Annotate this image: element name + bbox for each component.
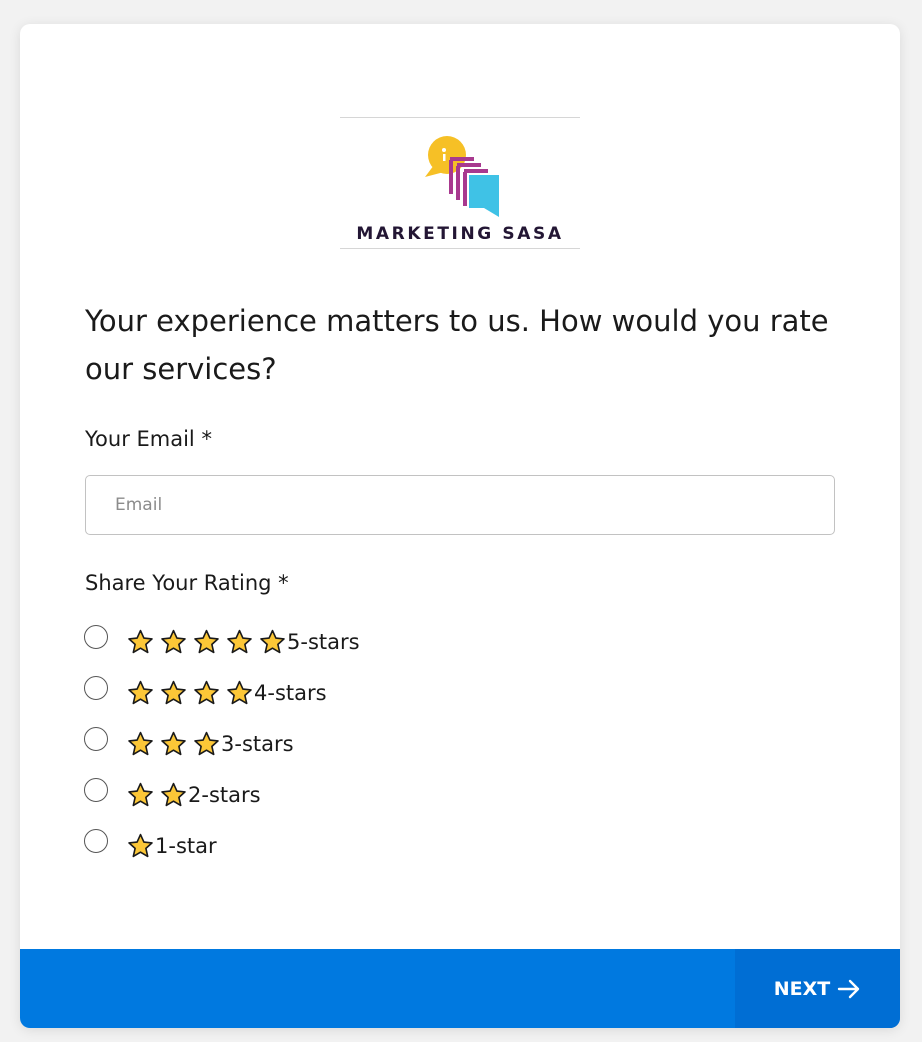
- rating-option-content: 3-stars: [127, 729, 294, 759]
- rating-option[interactable]: 3-stars: [84, 726, 504, 777]
- star-icon: [128, 680, 153, 704]
- next-button[interactable]: NEXT: [735, 949, 900, 1028]
- rating-option-content: 2-stars: [127, 780, 261, 810]
- rating-radio[interactable]: [84, 727, 108, 751]
- star-icon: [194, 629, 219, 653]
- star-icon: [161, 731, 186, 755]
- rating-option-label: 2-stars: [188, 783, 261, 807]
- email-label: Your Email *: [85, 427, 212, 451]
- rating-label: Share Your Rating *: [85, 571, 289, 595]
- rating-option-content: 1-star: [127, 831, 217, 861]
- form-card: MARKETING SASA Your experience matters t…: [20, 24, 900, 1028]
- email-field[interactable]: [85, 475, 835, 535]
- brand-name: MARKETING SASA: [356, 224, 564, 244]
- star-icon: [128, 629, 153, 653]
- rating-option-content: 4-stars: [127, 678, 327, 708]
- rating-option[interactable]: 2-stars: [84, 777, 504, 828]
- rating-option-label: 5-stars: [287, 630, 360, 654]
- rating-option-content: 5-stars: [127, 627, 360, 657]
- rating-option[interactable]: 5-stars: [84, 624, 504, 675]
- chat-bubbles-icon: [425, 136, 499, 217]
- rating-radio[interactable]: [84, 676, 108, 700]
- brand-logo: MARKETING SASA: [340, 117, 580, 249]
- footer-bar: NEXT: [20, 949, 900, 1028]
- rating-radio[interactable]: [84, 829, 108, 853]
- star-icon: [194, 680, 219, 704]
- star-icon: [128, 833, 153, 857]
- star-icon: [128, 731, 153, 755]
- rating-option-label: 3-stars: [221, 732, 294, 756]
- star-icon: [227, 680, 252, 704]
- rating-radio[interactable]: [84, 625, 108, 649]
- star-icon: [227, 629, 252, 653]
- rating-option-label: 1-star: [155, 834, 217, 858]
- rating-option-label: 4-stars: [254, 681, 327, 705]
- star-icon: [161, 629, 186, 653]
- rating-options: 5-stars 4-stars 3-stars 2-stars 1-star: [84, 624, 504, 879]
- star-icon: [161, 782, 186, 806]
- star-icon: [194, 731, 219, 755]
- rating-radio[interactable]: [84, 778, 108, 802]
- rating-option[interactable]: 4-stars: [84, 675, 504, 726]
- rating-option[interactable]: 1-star: [84, 828, 504, 879]
- arrow-right-icon: [838, 979, 860, 998]
- survey-question: Your experience matters to us. How would…: [85, 304, 829, 386]
- star-icon: [260, 629, 285, 653]
- star-icon: [128, 782, 153, 806]
- star-icon: [161, 680, 186, 704]
- next-label: NEXT: [773, 977, 831, 1000]
